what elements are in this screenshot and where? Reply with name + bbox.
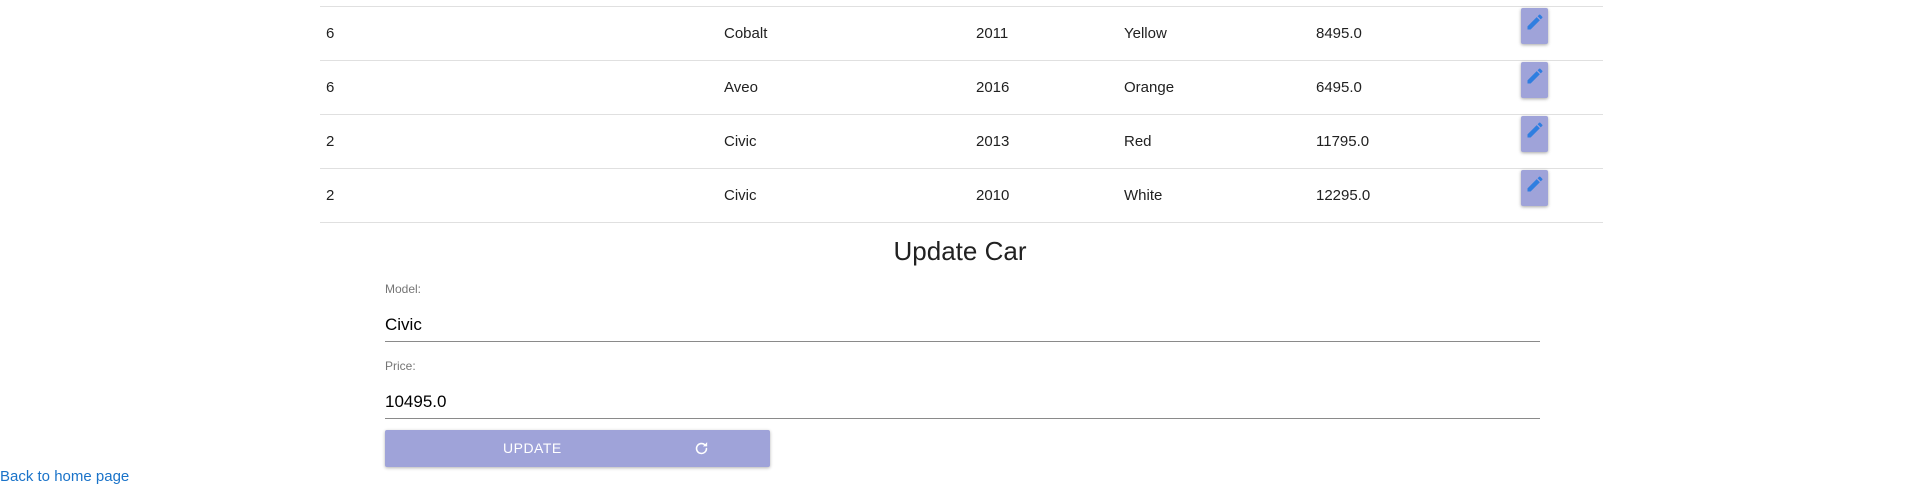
price-label: Price: <box>385 359 416 373</box>
car-year-cell: 2013 <box>976 133 1010 150</box>
car-price-cell: 11795.0 <box>1316 133 1370 150</box>
car-price-cell: 8495.0 <box>1316 25 1362 42</box>
car-model-cell: Civic <box>724 133 757 150</box>
car-id-cell: 2 <box>326 187 335 204</box>
table-row: 2 Civic 2010 White 12295.0 <box>320 169 1603 223</box>
refresh-icon <box>695 442 708 455</box>
page: 6 Cobalt 2011 Yellow 8495.0 6 Aveo 2016 … <box>0 0 1920 486</box>
car-year-cell: 2016 <box>976 79 1010 96</box>
model-label: Model: <box>385 282 422 296</box>
car-color-cell: Yellow <box>1124 25 1167 42</box>
pencil-icon <box>1527 14 1543 30</box>
pencil-icon <box>1527 68 1543 84</box>
table-row: 2 Civic 2013 Red 11795.0 <box>320 115 1603 169</box>
update-button[interactable]: UPDATE <box>385 430 770 467</box>
edit-car-button[interactable] <box>1521 116 1548 152</box>
price-field: Price: <box>385 358 1540 419</box>
price-input[interactable] <box>385 386 1540 419</box>
cars-table: 6 Cobalt 2011 Yellow 8495.0 6 Aveo 2016 … <box>320 6 1603 223</box>
edit-car-button[interactable] <box>1521 8 1548 44</box>
car-id-cell: 2 <box>326 133 335 150</box>
form-title: Update Car <box>893 236 1027 266</box>
car-year-cell: 2011 <box>976 25 1009 42</box>
pencil-icon <box>1527 122 1543 138</box>
model-input[interactable] <box>385 309 1540 342</box>
car-price-cell: 6495.0 <box>1316 79 1362 96</box>
table-row: 6 Aveo 2016 Orange 6495.0 <box>320 61 1603 115</box>
car-color-cell: White <box>1124 187 1163 204</box>
back-home-link[interactable]: Back to home page <box>0 468 129 485</box>
table-row: 6 Cobalt 2011 Yellow 8495.0 <box>320 7 1603 61</box>
update-button-label: UPDATE <box>503 440 562 456</box>
car-price-cell: 12295.0 <box>1316 187 1371 204</box>
edit-car-button[interactable] <box>1521 170 1548 206</box>
car-year-cell: 2010 <box>976 187 1010 204</box>
model-field: Model: <box>385 281 1540 342</box>
edit-car-button[interactable] <box>1521 62 1548 98</box>
car-model-cell: Cobalt <box>724 25 768 42</box>
car-id-cell: 6 <box>326 79 335 96</box>
pencil-icon <box>1527 176 1543 192</box>
car-model-cell: Civic <box>724 187 757 204</box>
car-model-cell: Aveo <box>724 79 758 96</box>
car-color-cell: Orange <box>1124 79 1175 96</box>
car-color-cell: Red <box>1124 133 1152 150</box>
car-id-cell: 6 <box>326 25 335 42</box>
